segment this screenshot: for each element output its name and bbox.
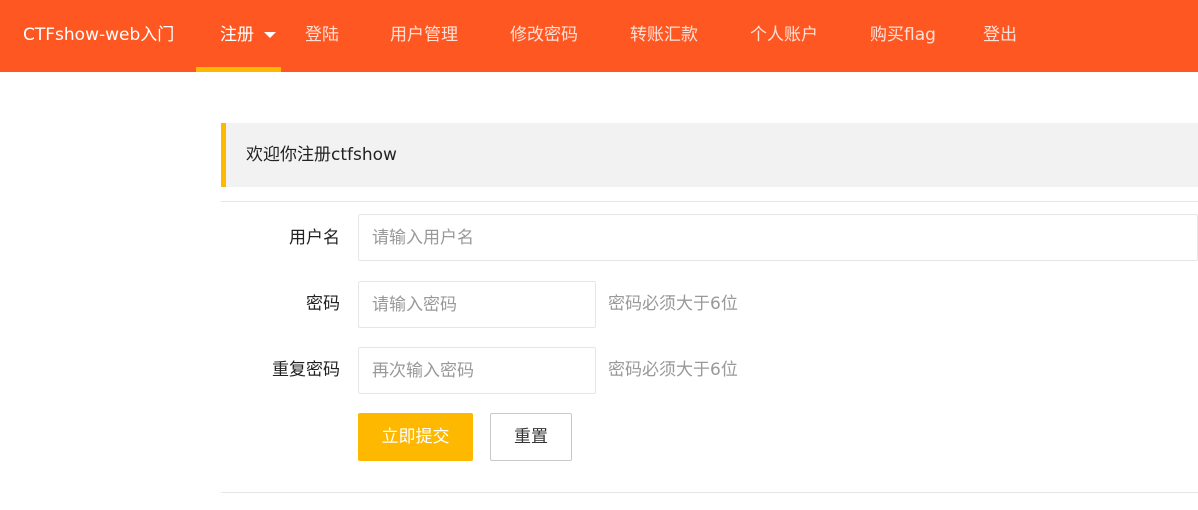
nav-item-change-password[interactable]: 修改密码 (510, 23, 578, 47)
repassword-hint: 密码必须大于6位 (608, 360, 738, 380)
repassword-label: 重复密码 (272, 360, 340, 380)
submit-button[interactable]: 立即提交 (358, 413, 473, 461)
username-label: 用户名 (289, 228, 340, 248)
nav-item-register[interactable]: 注册 (220, 23, 254, 47)
password-hint: 密码必须大于6位 (608, 294, 738, 314)
nav-item-personal-account[interactable]: 个人账户 (750, 23, 818, 47)
repassword-input[interactable] (358, 347, 596, 394)
nav-item-transfer[interactable]: 转账汇款 (630, 23, 698, 47)
brand-logo[interactable]: CTFshow-web入门 (23, 23, 174, 47)
nav-item-login[interactable]: 登陆 (305, 23, 339, 47)
reset-button[interactable]: 重置 (490, 413, 572, 461)
username-input[interactable] (358, 214, 1198, 261)
nav-item-user-management[interactable]: 用户管理 (390, 23, 458, 47)
password-input[interactable] (358, 281, 596, 328)
welcome-quote-box: 欢迎你注册ctfshow (221, 123, 1198, 187)
password-label: 密码 (306, 294, 340, 314)
caret-down-icon[interactable] (264, 32, 276, 38)
nav-item-buy-flag[interactable]: 购买flag (870, 23, 936, 47)
nav-item-logout[interactable]: 登出 (983, 23, 1017, 47)
form-bottom-divider (221, 492, 1198, 493)
nav-active-indicator (196, 67, 281, 72)
form-top-divider (221, 201, 1198, 202)
welcome-text: 欢迎你注册ctfshow (246, 145, 397, 165)
top-navbar: CTFshow-web入门 注册 登陆 用户管理 修改密码 转账汇款 个人账户 … (0, 0, 1198, 72)
